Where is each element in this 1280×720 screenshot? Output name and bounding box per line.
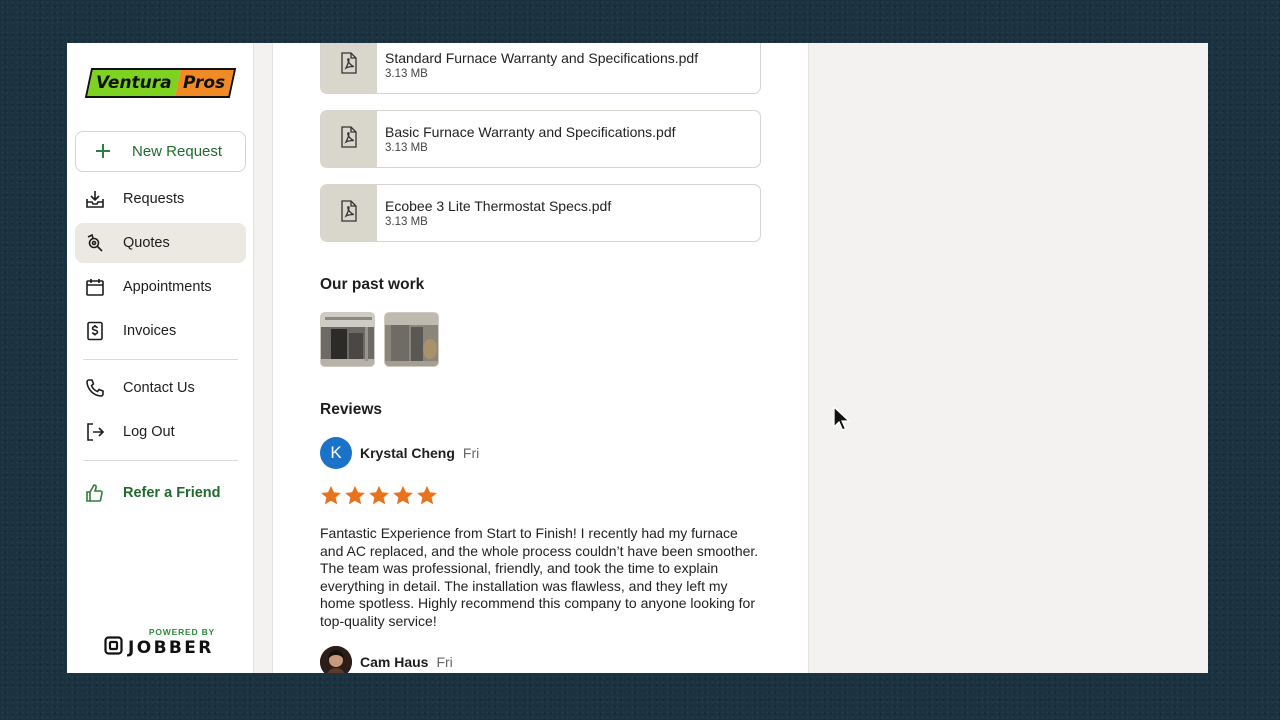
sidebar-item-label: Refer a Friend <box>123 485 221 501</box>
sidebar-item-label: Quotes <box>123 235 170 251</box>
review-author: K Krystal Cheng Fri <box>320 437 479 469</box>
sidebar-item-contact-us[interactable]: Contact Us <box>75 368 246 408</box>
invoice-dollar-icon <box>85 321 105 341</box>
avatar: K <box>320 437 352 469</box>
past-work-photo[interactable] <box>320 312 375 367</box>
app-window: Ventura Pros New Request Requests Quotes <box>67 43 1208 673</box>
thumbs-up-icon <box>85 483 105 503</box>
avatar <box>320 646 352 673</box>
sidebar-item-appointments[interactable]: Appointments <box>75 267 246 307</box>
sidebar-item-log-out[interactable]: Log Out <box>75 412 246 452</box>
new-request-button[interactable]: New Request <box>75 131 246 172</box>
sidebar-divider <box>83 359 238 360</box>
jobber-wordmark: JOBBER <box>128 638 214 658</box>
logout-icon <box>85 422 105 442</box>
phone-icon <box>85 378 105 398</box>
sidebar-item-invoices[interactable]: Invoices <box>75 311 246 351</box>
review-text: Fantastic Experience from Start to Finis… <box>320 525 759 629</box>
past-work-heading: Our past work <box>320 276 425 293</box>
sidebar-item-refer-a-friend[interactable]: Refer a Friend <box>75 473 246 513</box>
new-request-label: New Request <box>132 143 223 160</box>
sidebar: Ventura Pros New Request Requests Quotes <box>67 43 254 673</box>
sidebar-item-label: Log Out <box>123 424 175 440</box>
star-icon <box>320 485 342 511</box>
sidebar-item-label: Contact Us <box>123 380 195 396</box>
sidebar-item-requests[interactable]: Requests <box>75 179 246 219</box>
file-attachment[interactable]: Standard Furnace Warranty and Specificat… <box>320 43 761 94</box>
file-name: Basic Furnace Warranty and Specification… <box>385 124 676 140</box>
inbox-download-icon <box>85 189 105 209</box>
plus-icon <box>95 142 115 162</box>
calendar-icon <box>85 277 105 297</box>
review-date: Fri <box>462 445 480 461</box>
pdf-icon <box>339 199 359 227</box>
quote-content: Standard Furnace Warranty and Specificat… <box>272 43 809 673</box>
file-size: 3.13 MB <box>385 142 428 154</box>
reviews-heading: Reviews <box>320 401 383 418</box>
file-attachment[interactable]: Ecobee 3 Lite Thermostat Specs.pdf 3.13 … <box>320 184 761 242</box>
company-logo[interactable]: Ventura Pros <box>84 68 237 98</box>
sidebar-item-label: Appointments <box>123 279 212 295</box>
past-work-photo[interactable] <box>384 312 439 367</box>
file-size: 3.13 MB <box>385 68 428 80</box>
logo-text-right: Pros <box>183 73 226 93</box>
sidebar-divider <box>83 460 238 461</box>
file-size: 3.13 MB <box>385 216 428 228</box>
reviewer-name: Krystal Cheng <box>360 445 455 461</box>
pdf-icon <box>339 125 359 153</box>
file-name: Standard Furnace Warranty and Specificat… <box>385 50 699 66</box>
star-icon <box>392 485 414 511</box>
jobber-logo-icon <box>104 636 123 660</box>
star-icon <box>416 485 438 511</box>
file-attachment[interactable]: Basic Furnace Warranty and Specification… <box>320 110 761 168</box>
sidebar-item-label: Invoices <box>123 323 177 339</box>
powered-by-jobber[interactable]: POWERED BY JOBBER <box>104 627 219 661</box>
star-rating <box>320 485 438 511</box>
reviewer-name: Cam Haus <box>360 654 429 670</box>
mouse-cursor-icon <box>833 405 851 432</box>
star-icon <box>368 485 390 511</box>
sidebar-item-label: Requests <box>123 191 185 207</box>
pdf-icon <box>339 51 359 79</box>
review-date: Fri <box>436 654 453 670</box>
review-author: Cam Haus Fri <box>320 646 453 673</box>
sidebar-item-quotes[interactable]: Quotes <box>75 223 246 263</box>
file-name: Ecobee 3 Lite Thermostat Specs.pdf <box>385 198 612 214</box>
logo-text-left: Ventura <box>96 73 172 93</box>
star-icon <box>344 485 366 511</box>
quote-search-icon <box>85 233 105 253</box>
